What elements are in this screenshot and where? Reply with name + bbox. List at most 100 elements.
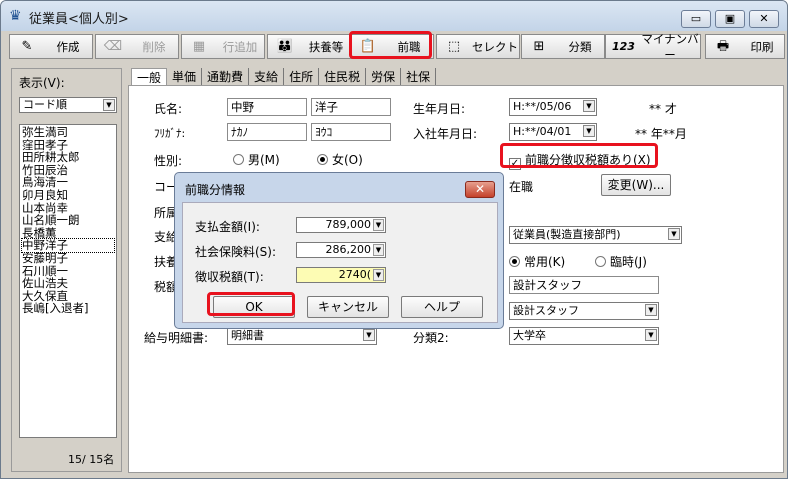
toolbar-label: 行追加: [222, 39, 258, 54]
toolbar-label: 削除: [142, 39, 166, 54]
sort-select[interactable]: コード順 ▼: [19, 97, 117, 113]
title-bar: ♛ 従業員<個人別> ▭ ▣ ✕: [1, 1, 787, 31]
toolbar-label: マイナンバー: [641, 31, 699, 62]
toolbar-button-7[interactable]: 123 マイナンバー: [605, 32, 701, 62]
list-item[interactable]: 卯月良知: [22, 189, 114, 202]
employee-type-select[interactable]: 従業員(製造直接部門) ▼: [509, 226, 682, 244]
sort-value: コード順: [23, 98, 67, 111]
male-label: 男(M): [248, 153, 280, 167]
list-item[interactable]: 安藤明子: [22, 252, 114, 265]
toolbar-button-8[interactable]: 🖶 印刷: [705, 34, 785, 59]
job-title-field-1[interactable]: 設計スタッフ: [509, 276, 659, 294]
tab-5[interactable]: 住民税: [319, 68, 367, 86]
employee-list-panel: 表示(V): コード順 ▼ 弥生満司 窪田孝子 田所耕太郎 竹田辰治 鳥海清一 卯月良知山…: [11, 68, 122, 472]
employee-list[interactable]: 弥生満司 窪田孝子 田所耕太郎 竹田辰治 鳥海清一 卯月良知 山本尚幸 山名順一朗 長橋薫 中野洋…: [19, 124, 117, 438]
tab-1[interactable]: 単価: [167, 68, 203, 86]
radio-selected-icon: [317, 154, 328, 165]
paid-amount-value: 789,000: [325, 218, 372, 231]
toolbar-button-5[interactable]: ⬚ セレクト: [436, 34, 520, 59]
withheld-tax-label: 徴収税額(T):: [195, 270, 264, 284]
tab-7[interactable]: 社保: [401, 68, 437, 86]
birth-date-field[interactable]: H:**/05/06 ▼: [509, 98, 597, 116]
mynumber-icon: 123: [612, 39, 635, 53]
toolbar-button-3[interactable]: 👪 扶養等: [267, 34, 351, 59]
temporary-radio[interactable]: 臨時(J): [595, 253, 647, 270]
maximize-button[interactable]: ▣: [715, 10, 745, 28]
add-row-icon: ▦: [192, 38, 206, 54]
gender-male-radio[interactable]: 男(M): [233, 151, 280, 168]
list-item[interactable]: 田所耕太郎: [22, 151, 114, 164]
name-label: 氏名:: [154, 102, 183, 116]
select-icon: ⬚: [447, 38, 461, 54]
change-button[interactable]: 変更(W)...: [601, 174, 671, 196]
female-label: 女(O): [332, 153, 363, 167]
cancel-button[interactable]: キャンセル: [307, 296, 389, 318]
radio-icon: [233, 154, 244, 165]
payslip-select[interactable]: 明細書 ▼: [227, 327, 377, 345]
kana-label: ﾌﾘｶﾞﾅ:: [154, 127, 186, 140]
delete-icon: ⌫: [103, 38, 123, 54]
category2-label: 分類2:: [413, 331, 449, 345]
payslip-value: 明細書: [231, 329, 264, 342]
chevron-down-icon: ▼: [645, 329, 657, 341]
category2-select[interactable]: 大学卒 ▼: [509, 327, 659, 345]
hire-date-label: 入社年月日:: [413, 127, 478, 141]
category2-value: 大学卒: [513, 329, 546, 342]
gender-label: 性別:: [154, 154, 183, 168]
tab-3[interactable]: 支給: [249, 68, 285, 86]
toolbar-button-1[interactable]: ⌫ 削除: [95, 34, 179, 59]
tab-4[interactable]: 住所: [284, 68, 320, 86]
app-icon: ♛: [9, 8, 22, 24]
toolbar-button-2[interactable]: ▦ 行追加: [181, 34, 265, 59]
age-value: ** 才: [649, 102, 677, 116]
employee-type-value: 従業員(製造直接部門): [513, 228, 621, 241]
list-item[interactable]: 弥生満司: [22, 126, 114, 139]
tab-bar: 一般 単価 通勤費 支給 住所 住民税 労保 社保: [131, 68, 437, 87]
chevron-down-icon: ▼: [583, 100, 595, 112]
job-title-select-2[interactable]: 設計スタッフ ▼: [509, 302, 659, 320]
last-kana-field[interactable]: ﾅｶﾉ: [227, 123, 307, 141]
insurance-field[interactable]: 286,200 ▼: [296, 242, 386, 258]
paid-amount-label: 支払金額(I):: [195, 220, 260, 234]
family-icon: 👪: [276, 38, 294, 54]
spinner-icon: ▼: [373, 219, 384, 231]
employment-status: 在職: [509, 180, 534, 194]
withheld-tax-field[interactable]: 2740(▼: [296, 267, 386, 283]
regular-radio[interactable]: 常用(K): [509, 253, 565, 270]
radio-selected-icon: [509, 256, 520, 267]
withheld-tax-value: 2740(: [338, 268, 371, 281]
spinner-icon: ▼: [373, 269, 384, 281]
list-item[interactable]: 佐山浩夫: [22, 277, 114, 290]
first-kana-field[interactable]: ﾖｳｺ: [311, 123, 391, 141]
toolbar-button-0[interactable]: ✎ 作成: [9, 34, 93, 59]
help-button[interactable]: ヘルプ: [401, 296, 483, 318]
hire-date-field[interactable]: H:**/04/01 ▼: [509, 123, 597, 141]
toolbar-label: 分類: [568, 39, 592, 54]
job-title-value-2: 設計スタッフ: [513, 304, 579, 317]
paid-amount-field[interactable]: 789,000 ▼: [296, 217, 386, 233]
birth-date-label: 生年月日:: [413, 102, 466, 116]
window-title: 従業員<個人別>: [29, 12, 129, 27]
dialog-title: 前職分情報: [185, 183, 246, 197]
minimize-button[interactable]: ▭: [681, 10, 711, 28]
first-name-field[interactable]: 洋子: [311, 98, 391, 116]
list-item[interactable]: 長嶋[入退者]: [22, 302, 114, 315]
last-name-field[interactable]: 中野: [227, 98, 307, 116]
toolbar-label: 扶養等: [308, 39, 344, 54]
radio-icon: [595, 256, 606, 267]
list-item[interactable]: 山名順一朗: [22, 214, 114, 227]
gender-female-radio[interactable]: 女(O): [317, 151, 363, 168]
toolbar-button-6[interactable]: ⊞ 分類: [521, 34, 605, 59]
regular-label: 常用(K): [524, 255, 566, 269]
tab-6[interactable]: 労保: [366, 68, 402, 86]
tab-2[interactable]: 通勤費: [202, 68, 250, 86]
dialog-close-button[interactable]: ✕: [465, 181, 495, 198]
classify-icon: ⊞: [533, 38, 545, 54]
highlight-previous-job: [349, 31, 432, 59]
hire-date-value: H:**/04/01: [513, 125, 572, 138]
employee-count: 15/ 15名: [68, 453, 115, 466]
spinner-icon: ▼: [373, 244, 384, 256]
close-window-button[interactable]: ✕: [749, 10, 779, 28]
toolbar-label: 印刷: [750, 39, 774, 54]
toolbar-label: セレクト: [472, 39, 518, 54]
